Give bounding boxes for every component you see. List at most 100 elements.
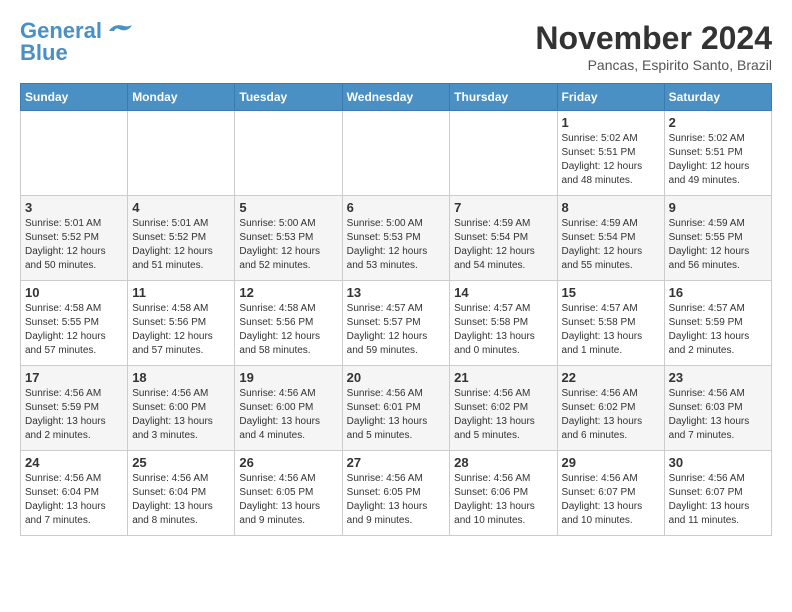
day-number: 1 <box>562 115 660 130</box>
calendar-table: SundayMondayTuesdayWednesdayThursdayFrid… <box>20 83 772 536</box>
day-info: Sunrise: 5:01 AM Sunset: 5:52 PM Dayligh… <box>25 217 123 273</box>
calendar-cell <box>342 111 450 196</box>
day-info: Sunrise: 4:58 AM Sunset: 5:56 PM Dayligh… <box>239 302 337 358</box>
day-info: Sunrise: 4:56 AM Sunset: 6:05 PM Dayligh… <box>347 472 446 528</box>
calendar-cell: 5Sunrise: 5:00 AM Sunset: 5:53 PM Daylig… <box>235 196 342 281</box>
month-title: November 2024 <box>535 20 772 57</box>
day-number: 29 <box>562 455 660 470</box>
weekday-header: Thursday <box>450 84 557 111</box>
calendar-cell <box>235 111 342 196</box>
day-number: 19 <box>239 370 337 385</box>
day-number: 2 <box>669 115 767 130</box>
calendar-cell: 15 Sunrise: 4:57 AM Sunset: 5:58 PM Dayli… <box>557 281 664 366</box>
calendar-cell: 12Sunrise: 4:58 AM Sunset: 5:56 PM Dayli… <box>235 281 342 366</box>
day-info: Sunrise: 4:56 AM Sunset: 6:05 PM Dayligh… <box>239 472 337 528</box>
day-number: 22 <box>562 370 660 385</box>
weekday-header: Monday <box>128 84 235 111</box>
day-info: Sunrise: 4:56 AM Sunset: 6:00 PM Dayligh… <box>239 387 337 443</box>
weekday-header: Friday <box>557 84 664 111</box>
calendar-cell: 13 Sunrise: 4:57 AM Sunset: 5:57 PM Dayli… <box>342 281 450 366</box>
logo-text: General <box>20 20 102 42</box>
calendar-cell: 30 Sunrise: 4:56 AM Sunset: 6:07 PM Dayli… <box>664 451 771 536</box>
day-info: Sunrise: 4:56 AM Sunset: 6:04 PM Dayligh… <box>25 472 123 528</box>
day-number: 8 <box>562 200 660 215</box>
calendar-cell: 21Sunrise: 4:56 AM Sunset: 6:02 PM Dayli… <box>450 366 557 451</box>
calendar-week-row: 17 Sunrise: 4:56 AM Sunset: 5:59 PM Dayli… <box>21 366 772 451</box>
calendar-week-row: 24 Sunrise: 4:56 AM Sunset: 6:04 PM Dayli… <box>21 451 772 536</box>
day-number: 17 <box>25 370 123 385</box>
day-info: Sunrise: 4:56 AM Sunset: 5:59 PM Dayligh… <box>25 387 123 443</box>
calendar-cell: 22 Sunrise: 4:56 AM Sunset: 6:02 PM Dayli… <box>557 366 664 451</box>
day-number: 24 <box>25 455 123 470</box>
calendar-cell: 24 Sunrise: 4:56 AM Sunset: 6:04 PM Dayli… <box>21 451 128 536</box>
location: Pancas, Espirito Santo, Brazil <box>535 57 772 73</box>
day-info: Sunrise: 4:56 AM Sunset: 6:07 PM Dayligh… <box>669 472 767 528</box>
day-info: Sunrise: 4:56 AM Sunset: 6:07 PM Dayligh… <box>562 472 660 528</box>
day-info: Sunrise: 4:57 AM Sunset: 5:57 PM Dayligh… <box>347 302 446 358</box>
calendar-cell: 3 Sunrise: 5:01 AM Sunset: 5:52 PM Daylig… <box>21 196 128 281</box>
calendar-cell: 27 Sunrise: 4:56 AM Sunset: 6:05 PM Dayli… <box>342 451 450 536</box>
page-header: General Blue November 2024 Pancas, Espir… <box>20 20 772 73</box>
weekday-header: Tuesday <box>235 84 342 111</box>
day-number: 13 <box>347 285 446 300</box>
calendar-cell: 17 Sunrise: 4:56 AM Sunset: 5:59 PM Dayli… <box>21 366 128 451</box>
day-info: Sunrise: 4:57 AM Sunset: 5:59 PM Dayligh… <box>669 302 767 358</box>
day-info: Sunrise: 4:59 AM Sunset: 5:55 PM Dayligh… <box>669 217 767 273</box>
day-info: Sunrise: 4:56 AM Sunset: 6:04 PM Dayligh… <box>132 472 230 528</box>
calendar-cell: 20 Sunrise: 4:56 AM Sunset: 6:01 PM Dayli… <box>342 366 450 451</box>
day-number: 23 <box>669 370 767 385</box>
calendar-cell: 4 Sunrise: 5:01 AM Sunset: 5:52 PM Daylig… <box>128 196 235 281</box>
calendar-cell: 2 Sunrise: 5:02 AM Sunset: 5:51 PM Daylig… <box>664 111 771 196</box>
day-info: Sunrise: 4:58 AM Sunset: 5:55 PM Dayligh… <box>25 302 123 358</box>
day-number: 11 <box>132 285 230 300</box>
calendar-cell: 8 Sunrise: 4:59 AM Sunset: 5:54 PM Daylig… <box>557 196 664 281</box>
day-number: 25 <box>132 455 230 470</box>
calendar-cell: 26 Sunrise: 4:56 AM Sunset: 6:05 PM Dayli… <box>235 451 342 536</box>
calendar-cell: 11 Sunrise: 4:58 AM Sunset: 5:56 PM Dayli… <box>128 281 235 366</box>
weekday-header: Saturday <box>664 84 771 111</box>
day-info: Sunrise: 4:58 AM Sunset: 5:56 PM Dayligh… <box>132 302 230 358</box>
calendar-cell: 14 Sunrise: 4:57 AM Sunset: 5:58 PM Dayli… <box>450 281 557 366</box>
day-info: Sunrise: 5:00 AM Sunset: 5:53 PM Dayligh… <box>239 217 337 273</box>
calendar-cell: 23 Sunrise: 4:56 AM Sunset: 6:03 PM Dayli… <box>664 366 771 451</box>
calendar-cell <box>21 111 128 196</box>
calendar-cell <box>450 111 557 196</box>
calendar-cell: 1 Sunrise: 5:02 AM Sunset: 5:51 PM Daylig… <box>557 111 664 196</box>
day-info: Sunrise: 4:57 AM Sunset: 5:58 PM Dayligh… <box>562 302 660 358</box>
day-number: 7 <box>454 200 552 215</box>
day-number: 16 <box>669 285 767 300</box>
day-number: 30 <box>669 455 767 470</box>
calendar-cell: 29 Sunrise: 4:56 AM Sunset: 6:07 PM Dayli… <box>557 451 664 536</box>
day-info: Sunrise: 5:00 AM Sunset: 5:53 PM Dayligh… <box>347 217 446 273</box>
calendar-week-row: 10 Sunrise: 4:58 AM Sunset: 5:55 PM Dayli… <box>21 281 772 366</box>
day-info: Sunrise: 5:02 AM Sunset: 5:51 PM Dayligh… <box>562 132 660 188</box>
calendar-cell: 7Sunrise: 4:59 AM Sunset: 5:54 PM Daylig… <box>450 196 557 281</box>
day-number: 26 <box>239 455 337 470</box>
day-number: 3 <box>25 200 123 215</box>
calendar-cell: 16 Sunrise: 4:57 AM Sunset: 5:59 PM Dayli… <box>664 281 771 366</box>
day-number: 20 <box>347 370 446 385</box>
day-info: Sunrise: 4:56 AM Sunset: 6:03 PM Dayligh… <box>669 387 767 443</box>
day-info: Sunrise: 4:56 AM Sunset: 6:02 PM Dayligh… <box>454 387 552 443</box>
day-number: 4 <box>132 200 230 215</box>
title-block: November 2024 Pancas, Espirito Santo, Br… <box>535 20 772 73</box>
day-number: 15 <box>562 285 660 300</box>
day-info: Sunrise: 4:56 AM Sunset: 6:00 PM Dayligh… <box>132 387 230 443</box>
day-info: Sunrise: 5:01 AM Sunset: 5:52 PM Dayligh… <box>132 217 230 273</box>
day-info: Sunrise: 4:56 AM Sunset: 6:01 PM Dayligh… <box>347 387 446 443</box>
calendar-cell: 9Sunrise: 4:59 AM Sunset: 5:55 PM Daylig… <box>664 196 771 281</box>
calendar-header-row: SundayMondayTuesdayWednesdayThursdayFrid… <box>21 84 772 111</box>
day-info: Sunrise: 4:56 AM Sunset: 6:02 PM Dayligh… <box>562 387 660 443</box>
calendar-cell: 25 Sunrise: 4:56 AM Sunset: 6:04 PM Dayli… <box>128 451 235 536</box>
calendar-cell: 10 Sunrise: 4:58 AM Sunset: 5:55 PM Dayli… <box>21 281 128 366</box>
day-number: 14 <box>454 285 552 300</box>
day-info: Sunrise: 4:57 AM Sunset: 5:58 PM Dayligh… <box>454 302 552 358</box>
logo-bird-icon <box>104 21 134 41</box>
day-info: Sunrise: 5:02 AM Sunset: 5:51 PM Dayligh… <box>669 132 767 188</box>
day-number: 28 <box>454 455 552 470</box>
day-number: 10 <box>25 285 123 300</box>
weekday-header: Sunday <box>21 84 128 111</box>
day-number: 6 <box>347 200 446 215</box>
day-number: 27 <box>347 455 446 470</box>
day-info: Sunrise: 4:59 AM Sunset: 5:54 PM Dayligh… <box>562 217 660 273</box>
